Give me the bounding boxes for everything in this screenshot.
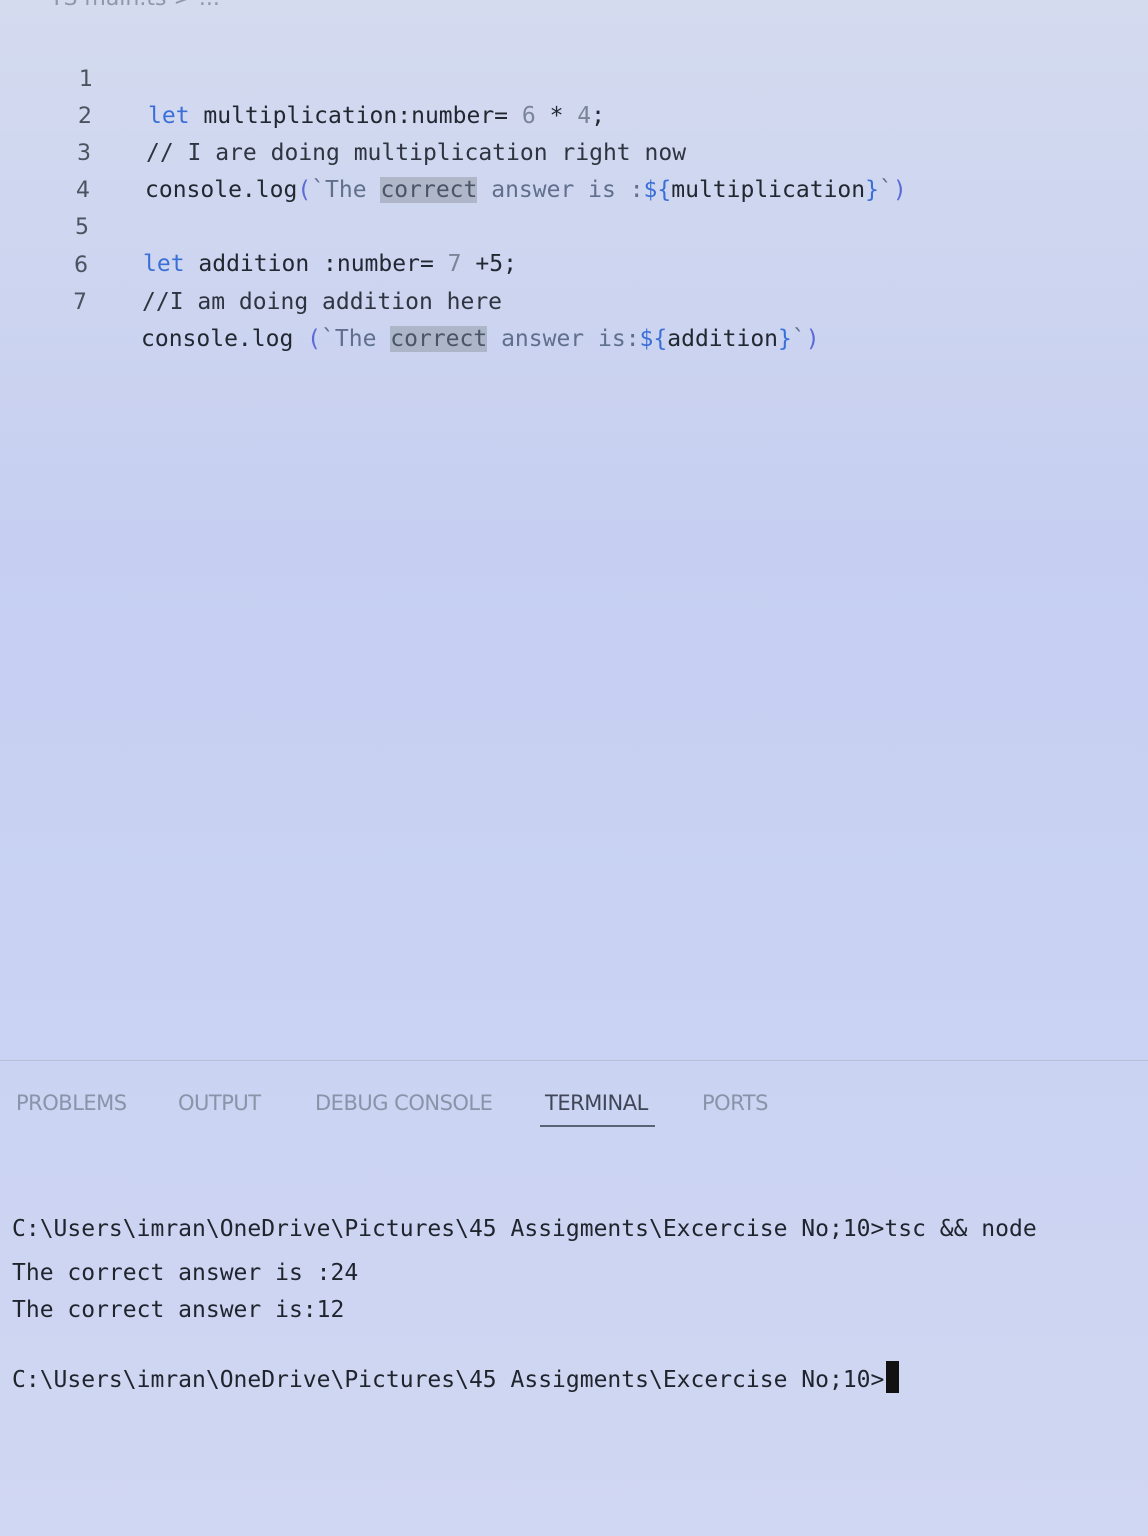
function-name: console.log [145,177,298,203]
paren: ( [307,326,322,352]
code-text: let addition :number= 7 +5; [143,246,517,282]
string-segment: `The [321,326,391,352]
highlighted-word: correct [380,177,478,203]
string-segment: answer is : [477,177,644,203]
code-segment: multiplication:number= [189,103,522,129]
template-variable: multiplication [671,177,866,203]
paren: ) [892,177,907,203]
paren: ) [805,326,820,352]
code-line-6: 6 //I am doing addition here [0,212,502,315]
tab-debug-console[interactable]: DEBUG CONSOLE [315,1091,493,1115]
line-number: 7 [73,290,87,315]
function-name: console.log [141,326,308,352]
file-breadcrumb[interactable]: TS main.ts > ... [50,0,220,11]
highlighted-word: correct [390,326,488,352]
template-open: ${ [643,177,672,203]
semicolon: ; [591,103,606,129]
keyword: let [148,103,190,129]
terminal-cursor [886,1361,900,1393]
string-segment: answer is: [487,326,640,352]
code-line-2: 2 // I are doing multiplication right no… [0,63,686,166]
tab-output[interactable]: OUTPUT [178,1091,261,1115]
semicolon: ; [503,251,517,277]
template-open: ${ [639,326,668,352]
tab-terminal[interactable]: TERMINAL [545,1091,648,1115]
template-variable: addition [667,326,779,352]
code-line-7: 7 console.log (`The correct answer is:${… [0,249,820,352]
code-line-3: 3 console.log(`The correct answer is :${… [0,100,907,203]
line-number: 4 [76,178,90,203]
panel-divider[interactable] [0,1060,1148,1061]
template-close: } [778,326,792,352]
number-literal: 5 [489,251,504,277]
string-segment: ` [791,326,806,352]
code-segment: addition :number= [184,251,448,277]
code-comment: // I are doing multiplication right now [146,140,687,166]
operator: * [535,103,578,129]
keyword: let [143,251,185,277]
tab-problems[interactable]: PROBLEMS [16,1091,127,1115]
code-line-5: 5 let addition :number= 7 +5; [0,174,517,277]
string-segment: `The [311,177,381,203]
code-comment: //I am doing addition here [142,289,503,315]
terminal-prompt: C:\Users\imran\OneDrive\Pictures\45 Assi… [12,1367,885,1393]
code-text: console.log (`The correct answer is:${ad… [141,321,820,357]
code-line-4: 4 [0,137,90,203]
line-number: 1 [79,67,93,92]
line-number: 2 [78,104,92,129]
terminal-output-line: The correct answer is :24 [12,1260,359,1286]
code-editor[interactable]: 1 let multiplication:number= 6 * 4; 2 //… [0,22,1148,1052]
code-text: console.log(`The correct answer is :${mu… [145,172,907,208]
paren: ( [297,177,312,203]
terminal-command-line: C:\Users\imran\OneDrive\Pictures\45 Assi… [12,1216,1037,1242]
active-tab-indicator [540,1125,655,1127]
terminal-output-line: The correct answer is:12 [12,1297,345,1323]
terminal-prompt-line[interactable]: C:\Users\imran\OneDrive\Pictures\45 Assi… [12,1361,900,1398]
operator: + [461,251,490,277]
line-number: 3 [77,141,91,166]
number-literal: 6 [521,103,536,129]
number-literal: 7 [447,251,462,277]
tab-ports[interactable]: PORTS [702,1091,768,1115]
number-literal: 4 [577,103,592,129]
template-close: } [865,177,879,203]
panel-tab-bar: PROBLEMS OUTPUT DEBUG CONSOLE TERMINAL P… [0,1085,1148,1135]
string-segment: ` [878,177,893,203]
code-text: let multiplication:number= 6 * 4; [148,98,605,134]
terminal-output[interactable]: C:\Users\imran\OneDrive\Pictures\45 Assi… [0,1205,1148,1505]
code-line-1: 1 let multiplication:number= 6 * 4; [0,26,605,129]
